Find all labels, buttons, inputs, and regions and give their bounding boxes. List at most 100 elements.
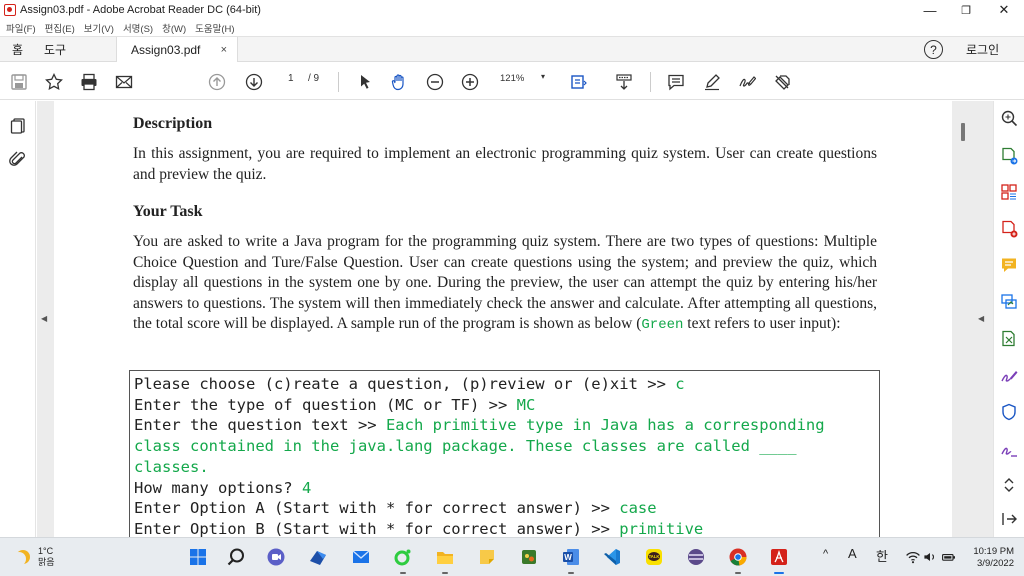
comment-tool-icon[interactable]: [998, 254, 1020, 276]
file-explorer-icon[interactable]: [434, 546, 456, 574]
scroll-mode-icon[interactable]: [613, 71, 635, 93]
heading-your-task: Your Task: [133, 203, 203, 220]
export-pdf-icon[interactable]: [998, 145, 1020, 167]
menu-view[interactable]: 보기(V): [84, 21, 114, 35]
menu-sign[interactable]: 서명(S): [123, 21, 153, 35]
running-indicator: [735, 572, 741, 574]
code-user-input: c: [675, 375, 685, 393]
organize-pages-icon[interactable]: [998, 181, 1020, 203]
zoom-out-icon[interactable]: [424, 71, 446, 93]
system-clock[interactable]: 10:19 PM 3/9/2022: [966, 546, 1014, 570]
windows-start-icon[interactable]: [187, 546, 209, 568]
vscode-icon[interactable]: [601, 546, 623, 568]
select-cursor-icon[interactable]: [354, 71, 376, 93]
code-prompt: Enter the type of question (MC or TF) >>: [134, 395, 517, 414]
print-icon[interactable]: [78, 71, 100, 93]
tab-tools[interactable]: 도구: [44, 37, 66, 62]
weather-widget[interactable]: 1°C 맑음: [12, 546, 55, 568]
collapse-left-pane-icon[interactable]: ◀: [41, 314, 47, 323]
tray-overflow-chevron-icon[interactable]: ^: [823, 548, 828, 560]
page-down-icon[interactable]: [243, 71, 265, 93]
zoom-level-field[interactable]: 121%: [500, 73, 524, 84]
word-icon[interactable]: W: [560, 546, 582, 574]
code-user-input: case: [619, 499, 657, 518]
media-app-icon[interactable]: [685, 546, 707, 568]
tab-document[interactable]: Assign03.pdf ×: [116, 37, 238, 62]
mail-app-icon[interactable]: [350, 546, 372, 568]
save-icon[interactable]: [8, 71, 30, 93]
zoom-search-icon[interactable]: [998, 107, 1020, 129]
toolbar: 1 / 9 121% ▾: [0, 63, 1024, 100]
code-user-input: primitive: [619, 519, 704, 537]
code-user-input: class contained in the java.lang package…: [134, 437, 797, 456]
star-icon[interactable]: [43, 71, 65, 93]
edit-pdf-icon[interactable]: [998, 291, 1020, 313]
wifi-icon[interactable]: [905, 546, 921, 568]
window-title: Assign03.pdf - Adobe Acrobat Reader DC (…: [20, 4, 261, 16]
tab-home[interactable]: 홈: [12, 37, 23, 62]
menu-bar: 파일(F) 편집(E) 보기(V) 서명(S) 창(W) 도움말(H): [0, 20, 1024, 36]
acrobat-taskbar-icon[interactable]: [768, 546, 790, 574]
photos-app-icon[interactable]: [307, 546, 329, 568]
create-pdf-icon[interactable]: [998, 218, 1020, 240]
ime-language-indicator[interactable]: 한: [876, 546, 888, 565]
attachment-paperclip-icon[interactable]: [7, 149, 29, 171]
collapse-right-pane-icon[interactable]: ◀: [978, 314, 984, 323]
battery-icon[interactable]: [941, 546, 957, 568]
volume-icon[interactable]: [922, 546, 938, 568]
running-indicator: [568, 572, 574, 574]
game-app-icon[interactable]: [518, 546, 540, 568]
comment-icon[interactable]: [665, 71, 687, 93]
fill-sign-rail-icon[interactable]: [998, 365, 1020, 387]
expand-collapse-chevron-icon[interactable]: [998, 474, 1020, 496]
task-paragraph: You are asked to write a Java program fo…: [133, 233, 877, 333]
acrobat-icon: [4, 4, 16, 16]
code-line: Enter Option A (Start with * for correct…: [134, 498, 879, 519]
page-total: / 9: [308, 73, 320, 84]
sticky-notes-icon[interactable]: [476, 546, 498, 568]
zoom-dropdown-chevron-icon[interactable]: ▾: [541, 72, 545, 81]
weather-condition: 맑음: [38, 557, 55, 567]
clock-time: 10:19 PM: [973, 546, 1014, 557]
page-up-icon[interactable]: [206, 71, 228, 93]
protect-shield-icon[interactable]: [998, 401, 1020, 423]
toolbar-divider: [338, 72, 339, 92]
green-app-icon[interactable]: [392, 546, 414, 574]
document-viewport[interactable]: ◀ Description In this assignment, you ar…: [37, 101, 993, 537]
fill-sign-icon[interactable]: [771, 71, 793, 93]
kakaotalk-icon[interactable]: TALK: [643, 546, 665, 568]
moon-icon: [12, 552, 26, 566]
vertical-scrollbar-thumb[interactable]: [961, 123, 965, 141]
zoom-in-icon[interactable]: [459, 71, 481, 93]
teams-chat-icon[interactable]: [265, 546, 287, 568]
send-for-signature-icon[interactable]: [998, 438, 1020, 460]
page-fit-icon[interactable]: [568, 71, 590, 93]
description-paragraph: In this assignment, you are required to …: [133, 145, 877, 183]
help-button[interactable]: ?: [924, 40, 943, 59]
highlight-pen-icon[interactable]: [701, 71, 723, 93]
hand-tool-icon[interactable]: [388, 71, 410, 93]
ime-mode-indicator[interactable]: A: [848, 546, 857, 561]
running-indicator: [400, 572, 406, 574]
expand-panel-icon[interactable]: [998, 508, 1020, 530]
code-prompt: How many options?: [134, 478, 302, 497]
close-window-button[interactable]: ✕: [986, 0, 1022, 20]
code-prompt: Enter the question text >>: [134, 416, 386, 435]
menu-edit[interactable]: 편집(E): [45, 21, 75, 35]
login-button[interactable]: 로그인: [966, 37, 999, 62]
menu-file[interactable]: 파일(F): [6, 21, 36, 35]
green-keyword: Green: [641, 317, 684, 333]
page-thumbnails-icon[interactable]: [7, 115, 29, 137]
menu-help[interactable]: 도움말(H): [195, 21, 234, 35]
menu-window[interactable]: 창(W): [162, 21, 186, 35]
search-icon[interactable]: [225, 546, 247, 568]
mail-icon[interactable]: [113, 71, 135, 93]
code-line: How many options? 4: [134, 478, 879, 499]
minimize-button[interactable]: —: [912, 0, 948, 20]
sign-icon[interactable]: [736, 71, 758, 93]
restore-button[interactable]: ❐: [948, 0, 984, 20]
compress-pdf-icon[interactable]: [998, 328, 1020, 350]
chrome-icon[interactable]: [727, 546, 749, 574]
tab-close-button[interactable]: ×: [221, 44, 227, 56]
page-number-input[interactable]: 1: [288, 73, 294, 84]
